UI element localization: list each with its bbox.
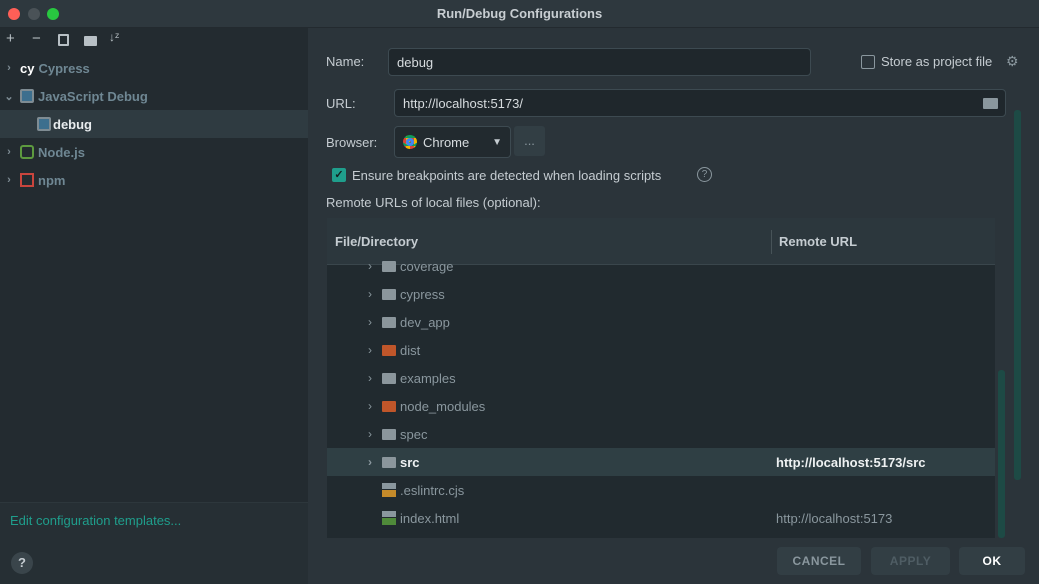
add-button[interactable]: + — [6, 30, 15, 47]
tree-item-label: Node.js — [38, 144, 85, 160]
name-input[interactable]: debug — [388, 48, 811, 76]
tree-item-label: npm — [38, 172, 66, 188]
chevron-right-icon[interactable]: › — [2, 146, 16, 158]
cancel-button[interactable]: CANCEL — [777, 547, 861, 575]
folder-icon — [382, 400, 396, 412]
chevron-right-icon[interactable]: › — [368, 427, 372, 441]
window-title: Run/Debug Configurations — [436, 6, 603, 21]
js-debug-icon — [20, 89, 34, 103]
row-file-name: dist — [400, 342, 421, 358]
store-project-file-checkbox[interactable] — [861, 55, 875, 69]
url-value: http://localhost:5173/ — [403, 95, 523, 111]
chevron-right-icon[interactable]: › — [368, 371, 372, 385]
store-project-file-label[interactable]: Store as project file — [881, 54, 992, 69]
row-file-name: src — [400, 454, 420, 470]
form-scrollbar[interactable] — [1014, 110, 1021, 480]
column-header-file[interactable]: File/Directory — [335, 234, 418, 249]
title-bar: Run/Debug Configurations — [0, 0, 1039, 28]
chevron-right-icon[interactable]: › — [2, 62, 16, 74]
table-row[interactable]: › src http://localhost:5173/src — [327, 448, 995, 476]
apply-button[interactable]: APPLY — [871, 547, 950, 575]
chevron-right-icon[interactable]: › — [368, 343, 372, 357]
row-file-name: examples — [400, 370, 456, 386]
tree-item-nodejs[interactable]: › Node.js — [0, 138, 308, 166]
table-row[interactable]: › dist — [327, 336, 995, 364]
table-row[interactable]: › coverage — [327, 252, 995, 280]
remove-button[interactable]: − — [32, 30, 41, 47]
gear-icon[interactable]: ⚙ — [1006, 53, 1019, 70]
sort-alpha-icon[interactable]: ↓ᶻ — [109, 30, 119, 44]
copy-icon[interactable] — [58, 34, 69, 46]
row-file-name: spec — [400, 426, 428, 442]
remote-urls-label: Remote URLs of local files (optional): — [326, 195, 541, 210]
chevron-right-icon[interactable]: › — [368, 315, 372, 329]
chevron-down-icon[interactable]: ⌄ — [2, 90, 16, 103]
help-icon[interactable]: ? — [697, 167, 712, 182]
browser-select[interactable]: Chrome ▼ — [394, 126, 511, 158]
table-row[interactable]: › spec — [327, 420, 995, 448]
row-file-name: cypress — [400, 286, 445, 302]
folder-icon — [382, 260, 396, 272]
row-file-name: dev_app — [400, 314, 450, 330]
folder-icon — [382, 288, 396, 300]
table-row[interactable]: › cypress — [327, 280, 995, 308]
ok-button[interactable]: OK — [959, 547, 1025, 575]
table-scrollbar[interactable] — [998, 370, 1005, 538]
tree-item-label: Cypress — [38, 60, 90, 76]
chevron-right-icon[interactable]: › — [368, 287, 372, 301]
column-header-remote-url[interactable]: Remote URL — [779, 234, 857, 249]
folder-icon — [382, 456, 396, 468]
chrome-icon — [403, 135, 417, 149]
folder-open-icon[interactable] — [983, 98, 998, 109]
table-row[interactable]: › examples — [327, 364, 995, 392]
sidebar-toolbar: + − ↓ᶻ — [0, 30, 308, 52]
table-row[interactable]: index.html http://localhost:5173 — [327, 504, 995, 532]
chevron-right-icon[interactable]: › — [2, 174, 16, 186]
url-input[interactable]: http://localhost:5173/ — [394, 89, 1006, 117]
js-file-icon — [382, 483, 396, 497]
npm-icon — [20, 173, 34, 187]
table-row[interactable]: › node_modules — [327, 392, 995, 420]
tree-item-label: JavaScript Debug — [38, 88, 148, 104]
url-label: URL: — [326, 96, 356, 111]
help-button[interactable]: ? — [11, 552, 33, 574]
row-file-name: node_modules — [400, 398, 486, 414]
edit-templates-link[interactable]: Edit configuration templates... — [10, 513, 181, 528]
folder-icon — [382, 316, 396, 328]
row-file-name: coverage — [400, 258, 454, 274]
row-file-name: .eslintrc.cjs — [400, 482, 465, 498]
row-remote-url[interactable]: http://localhost:5173/src — [776, 455, 926, 470]
ensure-breakpoints-checkbox[interactable]: ✓ — [332, 168, 346, 182]
chevron-right-icon[interactable]: › — [368, 455, 372, 469]
nodejs-icon — [20, 145, 34, 159]
folder-icon — [382, 372, 396, 384]
name-label: Name: — [326, 54, 365, 69]
tree-item-debug[interactable]: debug — [0, 110, 308, 138]
chevron-right-icon[interactable]: › — [368, 399, 372, 413]
tree-item-javascript-debug[interactable]: ⌄ JavaScript Debug — [0, 82, 308, 110]
cypress-icon: cy — [20, 60, 35, 76]
row-file-name: index.html — [400, 510, 460, 526]
browser-label: Browser: — [326, 135, 378, 150]
tree-item-cypress[interactable]: › cy Cypress — [0, 54, 308, 82]
chevron-down-icon: ▼ — [492, 136, 502, 148]
row-remote-url[interactable]: http://localhost:5173 — [776, 511, 892, 526]
tree-item-label: debug — [53, 116, 92, 132]
ensure-breakpoints-label[interactable]: Ensure breakpoints are detected when loa… — [352, 168, 661, 183]
new-folder-icon[interactable] — [84, 36, 97, 46]
browser-value: Chrome — [423, 134, 470, 150]
remote-urls-table: File/Directory Remote URL › coverage › cypr… — [327, 218, 995, 538]
folder-icon — [382, 344, 396, 356]
tree-item-npm[interactable]: › npm — [0, 166, 308, 194]
table-row[interactable]: › dev_app — [327, 308, 995, 336]
html-file-icon — [382, 511, 396, 525]
folder-icon — [382, 428, 396, 440]
browser-more-button[interactable]: ... — [514, 126, 545, 156]
column-divider[interactable] — [771, 230, 772, 254]
chevron-right-icon[interactable]: › — [368, 259, 372, 273]
table-row[interactable]: .eslintrc.cjs — [327, 476, 995, 504]
js-debug-icon — [37, 117, 51, 131]
